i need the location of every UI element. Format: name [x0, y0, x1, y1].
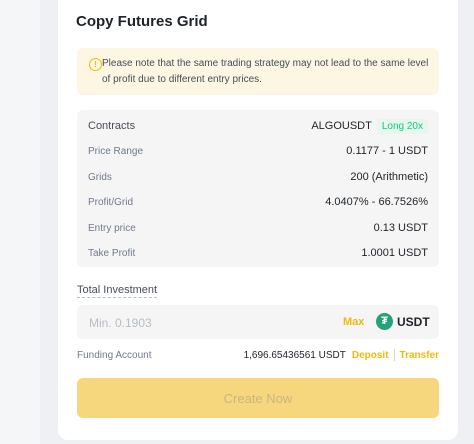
create-now-button[interactable]: Create Now — [77, 378, 439, 418]
investment-input-box: Max ₮ USDT — [77, 305, 439, 339]
contracts-value-wrap: ALGOUSDT Long 20x — [311, 118, 428, 134]
notice-text: Please note that the same trading strate… — [102, 58, 429, 85]
copy-grid-card: Copy Futures Grid ! Please note that the… — [58, 0, 458, 440]
background-panel — [0, 0, 40, 444]
page: Copy Futures Grid ! Please note that the… — [0, 0, 474, 444]
transfer-link[interactable]: Transfer — [400, 350, 439, 361]
entry-price-value: 0.13 USDT — [373, 222, 428, 234]
row-take-profit: Take Profit 1.0001 USDT — [88, 243, 428, 263]
max-button[interactable]: Max — [343, 316, 364, 328]
take-profit-value: 1.0001 USDT — [361, 247, 428, 259]
divider — [393, 349, 395, 361]
entry-price-label: Entry price — [88, 222, 136, 234]
grids-value: 200 (Arithmetic) — [350, 171, 428, 183]
coin-selector: ₮ USDT — [376, 313, 430, 330]
take-profit-label: Take Profit — [88, 247, 136, 259]
funding-actions: 1,696.65436561 USDT Deposit Transfer — [244, 349, 439, 361]
contracts-label: Contracts — [88, 120, 136, 132]
profit-grid-label: Profit/Grid — [88, 196, 134, 208]
row-entry-price: Entry price 0.13 USDT — [88, 218, 428, 238]
price-range-label: Price Range — [88, 145, 144, 157]
investment-amount-input[interactable] — [87, 312, 291, 334]
deposit-link[interactable]: Deposit — [352, 350, 389, 361]
funding-account-label: Funding Account — [77, 349, 152, 361]
grids-label: Grids — [88, 171, 112, 183]
strategy-details: Contracts ALGOUSDT Long 20x Price Range … — [77, 110, 439, 267]
profit-grid-value: 4.0407% - 66.7526% — [325, 196, 428, 208]
info-circle-icon: ! — [89, 58, 102, 71]
funding-balance: 1,696.65436561 USDT — [243, 349, 346, 361]
row-price-range: Price Range 0.1177 - 1 USDT — [88, 141, 428, 161]
row-grids: Grids 200 (Arithmetic) — [88, 167, 428, 187]
contracts-value: ALGOUSDT — [311, 120, 372, 132]
funding-account-row: Funding Account 1,696.65436561 USDT Depo… — [77, 347, 439, 363]
row-profit-grid: Profit/Grid 4.0407% - 66.7526% — [88, 192, 428, 212]
total-investment-label: Total Investment — [77, 284, 158, 298]
price-range-value: 0.1177 - 1 USDT — [346, 145, 428, 157]
coin-label: USDT — [397, 314, 430, 329]
leverage-badge: Long 20x — [376, 118, 428, 134]
tether-icon: ₮ — [376, 313, 393, 330]
row-contracts: Contracts ALGOUSDT Long 20x — [88, 116, 428, 136]
card-title: Copy Futures Grid — [76, 13, 208, 30]
notice-box: ! Please note that the same trading stra… — [77, 48, 439, 95]
